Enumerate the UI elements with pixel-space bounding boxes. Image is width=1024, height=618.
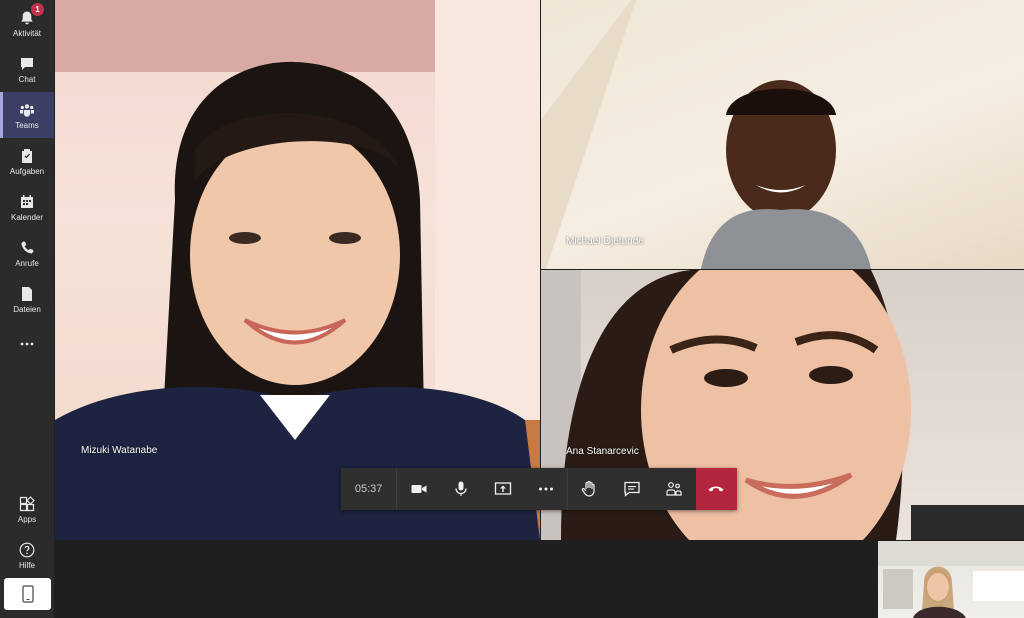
more-options-icon [538,487,553,491]
rail-item-chat[interactable]: Chat [0,46,54,92]
participant-video [55,0,540,540]
teams-icon [17,101,37,119]
raise-hand-icon [582,480,595,497]
microphone-button[interactable] [440,468,482,510]
participant-name: Ana Stanarcevic [566,446,639,457]
video-tile-mizuki[interactable]: Mizuki Watanabe [55,0,540,540]
rail-item-label: Kalender [10,212,44,222]
rail-item-help[interactable]: Hilfe [0,532,54,578]
rail-item-files[interactable]: Dateien [0,276,54,322]
chat-icon [624,481,640,497]
rail-item-label: Apps [17,514,37,524]
rail-item-label: Teams [15,120,39,130]
camera-button[interactable] [397,468,439,510]
rail-item-label: Aktivität [12,28,41,38]
chat-icon [17,55,37,73]
hang-up-button[interactable] [695,468,738,510]
notification-badge: 1 [31,3,44,16]
more-icon [17,335,37,353]
rail-item-label: Dateien [13,304,41,314]
calendar-icon [17,193,37,211]
rail-item-label: Hilfe [18,560,35,570]
share-screen-button[interactable] [482,468,524,510]
self-video [878,541,1024,618]
rail-item-calendar[interactable]: Kalender [0,184,54,230]
call-timer: 05:37 [341,468,398,510]
participants-icon [666,482,682,496]
mobile-phone-icon [21,585,34,603]
rail-item-label: Aufgaben [9,166,45,176]
rail-item-activity[interactable]: 1 Aktivität [0,0,54,46]
hang-up-icon [708,486,724,492]
share-screen-icon [495,482,512,495]
more-options-button[interactable] [525,468,567,510]
call-controls-bar: 05:37 [341,468,738,510]
rail-item-tasks[interactable]: Aufgaben [0,138,54,184]
phone-icon [17,239,37,257]
rail-item-teams[interactable]: Teams [0,92,54,138]
rail-item-apps[interactable]: Apps [0,486,54,532]
raise-hand-button[interactable] [568,468,610,510]
rail-item-label: Chat [18,74,36,84]
tasks-icon [17,147,37,165]
microphone-icon [455,481,467,496]
rail-item-more[interactable] [0,322,54,368]
app-rail: 1 Aktivität Chat Teams Aufgaben Kalender… [0,0,54,618]
device-button[interactable] [4,578,51,610]
rail-item-label: Anrufe [15,258,39,268]
help-icon [17,541,37,559]
file-icon [17,285,37,303]
self-view-video[interactable] [878,541,1024,618]
participant-name: Michael Ojetunde [566,236,644,247]
participants-button[interactable] [653,468,695,510]
participant-name: Mizuki Watanabe [81,445,158,456]
apps-icon [17,495,37,513]
participant-video [541,0,871,269]
camera-icon [411,485,427,493]
video-tile-michael[interactable]: Michael Ojetunde [541,0,1024,269]
chat-button[interactable] [611,468,653,510]
rail-item-calls[interactable]: Anrufe [0,230,54,276]
